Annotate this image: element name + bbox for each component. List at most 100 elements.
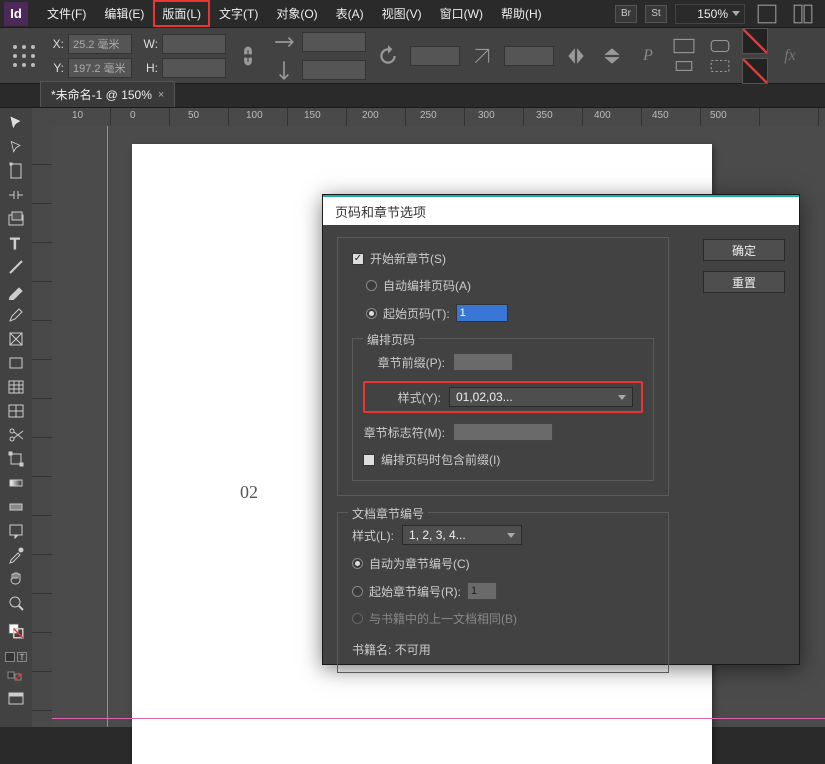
start-new-section-checkbox[interactable] [352, 253, 364, 265]
w-label: W: [140, 37, 158, 51]
gradient-swatch-tool[interactable] [3, 472, 29, 494]
menu-help[interactable]: 帮助(H) [492, 0, 551, 27]
guide-horizontal[interactable] [52, 718, 825, 719]
zoom-value: 150% [697, 7, 728, 21]
table-tool[interactable] [3, 400, 29, 422]
selection-tool[interactable] [3, 112, 29, 134]
rectangle-frame-tool[interactable] [3, 328, 29, 350]
note-tool[interactable] [3, 520, 29, 542]
default-colors[interactable] [3, 668, 29, 686]
document-tab-row: *未命名-1 @ 150% × [0, 84, 825, 108]
start-section-num-radio[interactable] [352, 586, 363, 597]
arrange-icon[interactable] [789, 2, 817, 26]
menu-file[interactable]: 文件(F) [38, 0, 95, 27]
direct-selection-tool[interactable] [3, 136, 29, 158]
content-collector-tool[interactable] [3, 208, 29, 230]
doc-style-dropdown[interactable]: 1, 2, 3, 4... [402, 525, 522, 545]
page-style-dropdown[interactable]: 01,02,03... [449, 387, 633, 407]
dashed-icon[interactable] [706, 57, 734, 75]
page-style-value: 01,02,03... [456, 390, 513, 404]
auto-number-label: 自动编排页码(A) [383, 277, 471, 294]
chevron-down-icon [507, 533, 515, 538]
menu-layout[interactable]: 版面(L) [153, 0, 210, 27]
stroke-none-icon[interactable] [742, 58, 768, 84]
h-label: H: [140, 61, 158, 75]
include-prefix-label: 编排页码时包含前缀(I) [381, 451, 500, 468]
gradient-feather-tool[interactable] [3, 496, 29, 518]
fill-none-icon[interactable] [742, 28, 768, 54]
select-content-icon[interactable] [670, 57, 698, 75]
x-field[interactable]: 25.2 毫米 [68, 34, 132, 54]
shear-icon[interactable] [468, 44, 496, 68]
ruler-h-mark: 300 [478, 110, 495, 121]
eyedropper-tool[interactable] [3, 544, 29, 566]
menu-edit[interactable]: 编辑(E) [95, 0, 153, 27]
reference-point-icon[interactable] [10, 42, 38, 70]
p-style-icon[interactable]: P [634, 44, 662, 68]
scale-group [270, 30, 366, 82]
ok-button[interactable]: 确定 [703, 239, 785, 261]
scale-x-icon [270, 30, 298, 54]
ruler-h-mark: 450 [652, 110, 669, 121]
scale-y-icon [270, 58, 298, 82]
pencil-tool[interactable] [3, 304, 29, 326]
zoom-dropdown[interactable]: 150% [675, 4, 745, 24]
doc-style-label: 样式(L): [352, 527, 394, 544]
stock-button[interactable]: St [645, 5, 667, 23]
pen-tool[interactable] [3, 280, 29, 302]
start-page-radio[interactable] [366, 308, 377, 319]
type-tool[interactable]: T [3, 232, 29, 254]
start-section-num-input[interactable]: 1 [467, 582, 497, 600]
scissors-tool[interactable] [3, 424, 29, 446]
guide-vertical[interactable] [107, 126, 108, 727]
select-container-icon[interactable] [670, 37, 698, 55]
h-field[interactable] [162, 58, 226, 78]
shear-field[interactable] [504, 46, 554, 66]
page-tool[interactable] [3, 160, 29, 182]
rectangle-tool[interactable] [3, 352, 29, 374]
auto-number-radio[interactable] [366, 280, 377, 291]
dialog-title: 页码和章节选项 [323, 195, 799, 225]
rotate-icon[interactable] [374, 44, 402, 68]
fill-stroke-swap[interactable] [3, 616, 29, 646]
free-transform-tool[interactable] [3, 448, 29, 470]
scale-y-field[interactable] [302, 60, 366, 80]
xy-group: X: 25.2 毫米 Y: 197.2 毫米 [46, 34, 132, 78]
menu-object[interactable]: 对象(O) [267, 0, 326, 27]
ruler-h-mark: 100 [246, 110, 263, 121]
svg-text:T: T [10, 236, 20, 252]
menu-window[interactable]: 窗口(W) [431, 0, 492, 27]
start-page-input[interactable]: 1 [456, 304, 508, 322]
rotate-field[interactable] [410, 46, 460, 66]
horizontal-ruler: 10 0 50 100 150 200 250 300 350 400 450 … [52, 108, 825, 126]
flip-v-icon[interactable] [598, 44, 626, 68]
section-marker-input[interactable] [453, 423, 553, 441]
reset-button[interactable]: 重置 [703, 271, 785, 293]
tool-panel: T T [0, 108, 32, 727]
zoom-tool[interactable] [3, 592, 29, 614]
view-options-icon[interactable] [753, 2, 781, 26]
corner-icon[interactable] [706, 37, 734, 55]
hand-tool[interactable] [3, 568, 29, 590]
bridge-button[interactable]: Br [615, 5, 637, 23]
fx-icon[interactable]: fx [776, 44, 804, 68]
flip-h-icon[interactable] [562, 44, 590, 68]
color-apply-toggle[interactable]: T [3, 648, 29, 666]
gap-tool[interactable] [3, 184, 29, 206]
w-field[interactable] [162, 34, 226, 54]
menu-type[interactable]: 文字(T) [210, 0, 267, 27]
include-prefix-checkbox[interactable] [363, 454, 375, 466]
scale-x-field[interactable] [302, 32, 366, 52]
table-cell-tool[interactable] [3, 376, 29, 398]
document-tab[interactable]: *未命名-1 @ 150% × [40, 81, 175, 107]
doc-style-value: 1, 2, 3, 4... [409, 528, 466, 542]
menu-table[interactable]: 表(A) [327, 0, 373, 27]
line-tool[interactable] [3, 256, 29, 278]
y-field[interactable]: 197.2 毫米 [68, 58, 132, 78]
auto-section-num-radio[interactable] [352, 558, 363, 569]
menu-view[interactable]: 视图(V) [373, 0, 431, 27]
section-prefix-input[interactable] [453, 353, 513, 371]
tab-close-icon[interactable]: × [158, 89, 164, 101]
screen-mode[interactable] [3, 688, 29, 710]
link-wh-icon[interactable] [234, 44, 262, 68]
